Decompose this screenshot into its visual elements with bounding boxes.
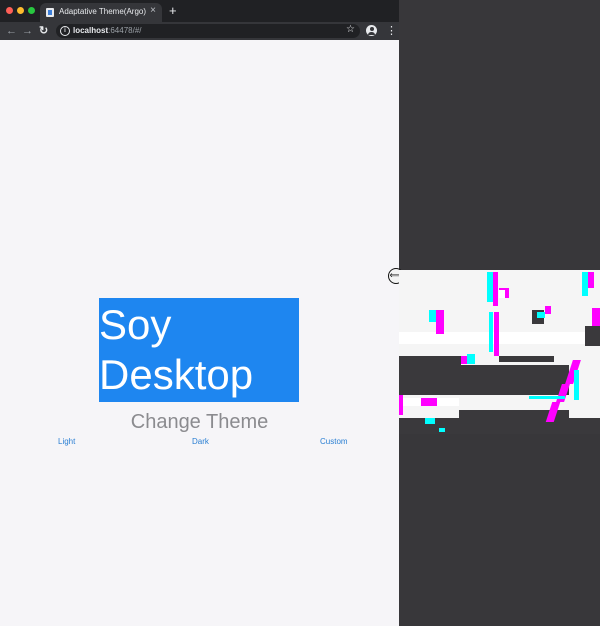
dark-theme-button[interactable]: Dark bbox=[192, 437, 209, 446]
tab-close-icon[interactable]: × bbox=[150, 5, 156, 16]
custom-theme-button[interactable]: Custom bbox=[320, 437, 348, 446]
url-host: localhost bbox=[73, 26, 109, 35]
reload-icon[interactable]: ↻ bbox=[39, 24, 48, 38]
forward-arrow-icon[interactable]: → bbox=[22, 24, 33, 38]
new-tab-icon[interactable]: + bbox=[169, 4, 177, 18]
minimize-window-button[interactable] bbox=[17, 7, 24, 14]
platform-label: Soy Desktop bbox=[99, 298, 299, 402]
bookmark-star-icon[interactable]: ☆ bbox=[346, 24, 355, 35]
browser-tab[interactable]: Adaptative Theme(Argo) × bbox=[40, 3, 162, 22]
flutter-favicon-icon bbox=[46, 8, 54, 17]
change-theme-title: Change Theme bbox=[130, 411, 269, 433]
zoom-window-button[interactable] bbox=[28, 7, 35, 14]
close-window-button[interactable] bbox=[6, 7, 13, 14]
profile-avatar-icon[interactable] bbox=[366, 25, 377, 36]
url-text[interactable]: localhost:64478/#/ bbox=[73, 26, 142, 35]
glitch-artifact bbox=[399, 270, 600, 434]
back-arrow-icon[interactable]: ← bbox=[6, 24, 17, 38]
browser-window: Adaptative Theme(Argo) × + ← → ↻ i local… bbox=[0, 0, 399, 626]
browser-menu-icon[interactable]: ⋮ bbox=[386, 24, 397, 38]
address-bar[interactable]: i localhost:64478/#/ ☆ bbox=[56, 24, 360, 38]
url-port-path: :64478/#/ bbox=[108, 26, 142, 35]
app-page: Soy Desktop Change Theme Light Dark Cust… bbox=[0, 40, 399, 626]
browser-toolbar: ← → ↻ i localhost:64478/#/ ☆ ⋮ bbox=[0, 22, 399, 40]
light-theme-button[interactable]: Light bbox=[58, 437, 75, 446]
tab-bar: Adaptative Theme(Argo) × + bbox=[0, 0, 399, 22]
info-icon[interactable]: i bbox=[60, 26, 70, 36]
tab-title: Adaptative Theme(Argo) bbox=[59, 7, 147, 16]
